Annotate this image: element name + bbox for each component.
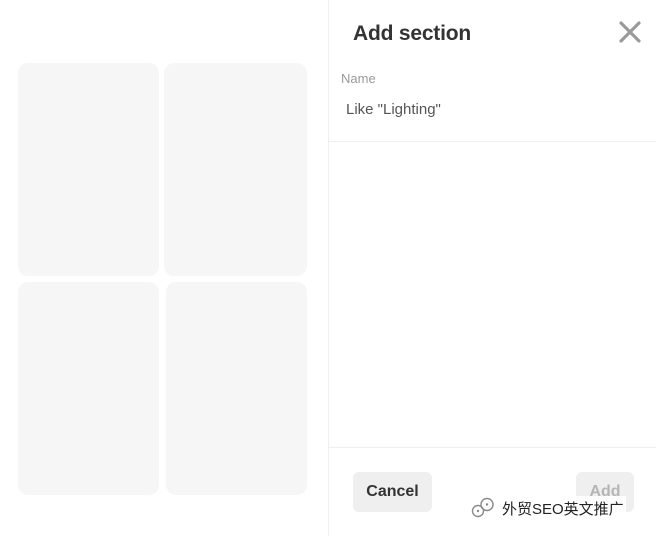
close-icon [619,21,641,43]
add-section-form: Add section Name Cancel Add [329,0,656,536]
add-section-dialog: Add section Name Cancel Add 外贸SEO英文推广 [0,0,656,536]
form-divider [329,141,656,142]
name-label: Name [341,71,376,86]
placeholder-pin-card [18,282,159,495]
section-name-input[interactable] [341,94,636,124]
wechat-logo-icon [471,497,494,518]
wechat-watermark: 外贸SEO英文推广 [470,496,626,520]
section-preview-panel [0,0,328,536]
close-button[interactable] [617,19,643,45]
placeholder-pin-card [164,63,307,276]
footer-divider [329,447,656,448]
watermark-text: 外贸SEO英文推广 [502,500,624,518]
placeholder-pin-card [18,63,159,276]
dialog-title: Add section [353,22,471,45]
placeholder-pin-card [166,282,307,495]
cancel-button[interactable]: Cancel [353,472,432,512]
